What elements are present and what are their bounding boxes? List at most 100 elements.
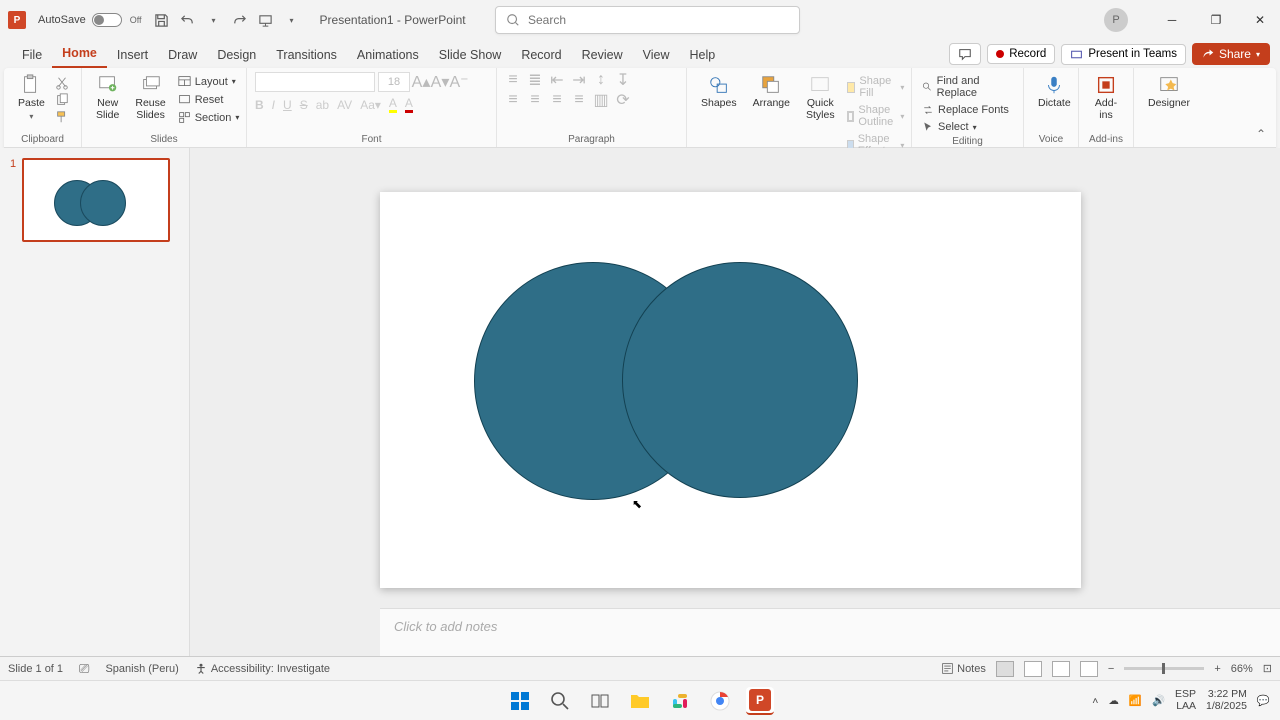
close-button[interactable]: ✕ <box>1240 0 1280 40</box>
qat-customize-icon[interactable]: ▾ <box>284 12 300 28</box>
undo-dropdown-icon[interactable]: ▾ <box>206 12 222 28</box>
thumbnail-1[interactable]: 1 <box>10 158 179 242</box>
section-button[interactable]: Section▾ <box>176 110 242 125</box>
slide-counter[interactable]: Slide 1 of 1 <box>8 663 63 675</box>
quick-access-toolbar: ▾ ▾ <box>154 12 300 28</box>
reading-view-icon[interactable] <box>1052 661 1070 677</box>
wifi-icon[interactable]: 📶 <box>1129 694 1142 707</box>
layout-button[interactable]: Layout▾ <box>176 74 242 89</box>
shapes-label: Shapes <box>701 98 737 110</box>
accessibility-status[interactable]: Accessibility: Investigate <box>195 663 330 675</box>
tab-insert[interactable]: Insert <box>107 44 158 68</box>
select-button[interactable]: Select▾ <box>920 120 1015 134</box>
tray-chevron-icon[interactable]: ˄ <box>1092 695 1098 707</box>
powerpoint-taskbar-icon[interactable]: P <box>746 687 774 715</box>
copy-icon[interactable] <box>55 93 69 107</box>
tray-date: 1/8/2025 <box>1206 701 1247 713</box>
present-teams-button[interactable]: Present in Teams <box>1061 44 1186 65</box>
addins-button[interactable]: Add-ins <box>1087 72 1125 123</box>
present-from-start-icon[interactable] <box>258 12 274 28</box>
accessibility-label: Accessibility: Investigate <box>211 663 330 675</box>
tab-help[interactable]: Help <box>679 44 725 68</box>
task-view-icon[interactable] <box>586 687 614 715</box>
new-slide-button[interactable]: New Slide <box>90 72 125 123</box>
shape-outline-label: Shape Outline <box>858 104 896 128</box>
comments-button[interactable] <box>949 43 981 65</box>
teams-icon <box>1070 48 1083 61</box>
paste-button[interactable]: Paste ▾ <box>12 72 51 123</box>
share-button[interactable]: Share▾ <box>1192 43 1270 65</box>
search-box[interactable] <box>495 6 800 34</box>
tab-design[interactable]: Design <box>207 44 266 68</box>
save-icon[interactable] <box>154 12 170 28</box>
slide-1[interactable]: ⬉ <box>380 192 1081 588</box>
tab-view[interactable]: View <box>633 44 680 68</box>
tab-home[interactable]: Home <box>52 42 107 68</box>
reuse-slides-icon <box>140 74 162 96</box>
replace-fonts-button[interactable]: Replace Fonts <box>920 103 1015 117</box>
autosave-state: Off <box>130 15 142 25</box>
tray-lang-code: ESP <box>1175 689 1196 701</box>
reuse-slides-button[interactable]: Reuse Slides <box>129 72 171 123</box>
undo-icon[interactable] <box>180 12 196 28</box>
tab-review[interactable]: Review <box>572 44 633 68</box>
arrange-button[interactable]: Arrange <box>747 72 796 112</box>
slide-thumbnail-panel[interactable]: 1 <box>0 148 190 656</box>
record-button[interactable]: Record <box>987 44 1055 64</box>
slide-canvas-area[interactable]: ⬉ Click to add notes <box>190 148 1280 656</box>
zoom-out-icon[interactable]: − <box>1108 663 1114 675</box>
tab-record[interactable]: Record <box>511 44 571 68</box>
cut-icon[interactable] <box>55 76 69 90</box>
tab-slide-show[interactable]: Slide Show <box>429 44 512 68</box>
redo-icon[interactable] <box>232 12 248 28</box>
chrome-icon[interactable] <box>706 687 734 715</box>
designer-button[interactable]: Designer <box>1142 72 1196 112</box>
tab-file[interactable]: File <box>12 44 52 68</box>
volume-icon[interactable]: 🔊 <box>1152 694 1165 707</box>
sorter-view-icon[interactable] <box>1024 661 1042 677</box>
format-painter-icon[interactable] <box>55 110 69 124</box>
bold-icon: B <box>255 98 264 112</box>
file-explorer-icon[interactable] <box>626 687 654 715</box>
maximize-button[interactable]: ❐ <box>1196 0 1236 40</box>
normal-view-icon[interactable] <box>996 661 1014 677</box>
account-avatar[interactable]: P <box>1104 8 1128 32</box>
slides-group-label: Slides <box>90 132 238 145</box>
slideshow-view-icon[interactable] <box>1080 661 1098 677</box>
slack-icon[interactable] <box>666 687 694 715</box>
tray-clock[interactable]: 3:22 PM1/8/2025 <box>1206 689 1247 712</box>
zoom-in-icon[interactable]: + <box>1214 663 1220 675</box>
reset-button[interactable]: Reset <box>176 92 242 107</box>
zoom-slider[interactable] <box>1124 667 1204 670</box>
tab-transitions[interactable]: Transitions <box>266 44 347 68</box>
search-input[interactable] <box>528 13 789 27</box>
shapes-button[interactable]: Shapes <box>695 72 743 112</box>
notes-pane[interactable]: Click to add notes <box>380 608 1280 656</box>
toggle-off-icon[interactable] <box>92 13 122 27</box>
section-label: Section <box>195 112 232 124</box>
paragraph-group-label: Paragraph <box>505 132 678 145</box>
thumbnail-preview[interactable] <box>22 158 170 242</box>
collapse-ribbon-icon[interactable]: ⌃ <box>1256 127 1266 141</box>
decrease-font-icon: A▾ <box>432 74 448 90</box>
notifications-icon[interactable]: 💬 <box>1257 694 1270 707</box>
indent-dec-icon: ⇤ <box>549 72 565 88</box>
start-menu-icon[interactable] <box>506 687 534 715</box>
zoom-percent[interactable]: 66% <box>1231 663 1253 675</box>
dictate-button[interactable]: Dictate <box>1032 72 1077 112</box>
tab-animations[interactable]: Animations <box>347 44 429 68</box>
find-replace-button[interactable]: Find and Replace <box>920 74 1015 100</box>
autosave-toggle[interactable]: AutoSave Off <box>38 13 142 27</box>
onedrive-icon[interactable]: ☁ <box>1108 695 1119 707</box>
taskbar-search-icon[interactable] <box>546 687 574 715</box>
justify-icon: ≡ <box>571 92 587 108</box>
shape-circle-right[interactable] <box>622 262 858 498</box>
fit-to-window-icon[interactable]: ⊡ <box>1263 662 1272 675</box>
display-settings-icon[interactable]: ⎚ <box>79 661 89 677</box>
notes-toggle[interactable]: Notes <box>941 662 986 675</box>
minimize-button[interactable]: ─ <box>1152 0 1192 40</box>
fill-icon <box>847 82 856 93</box>
tab-draw[interactable]: Draw <box>158 44 207 68</box>
tray-language[interactable]: ESPLAA <box>1175 689 1196 712</box>
language-status[interactable]: Spanish (Peru) <box>105 663 178 675</box>
